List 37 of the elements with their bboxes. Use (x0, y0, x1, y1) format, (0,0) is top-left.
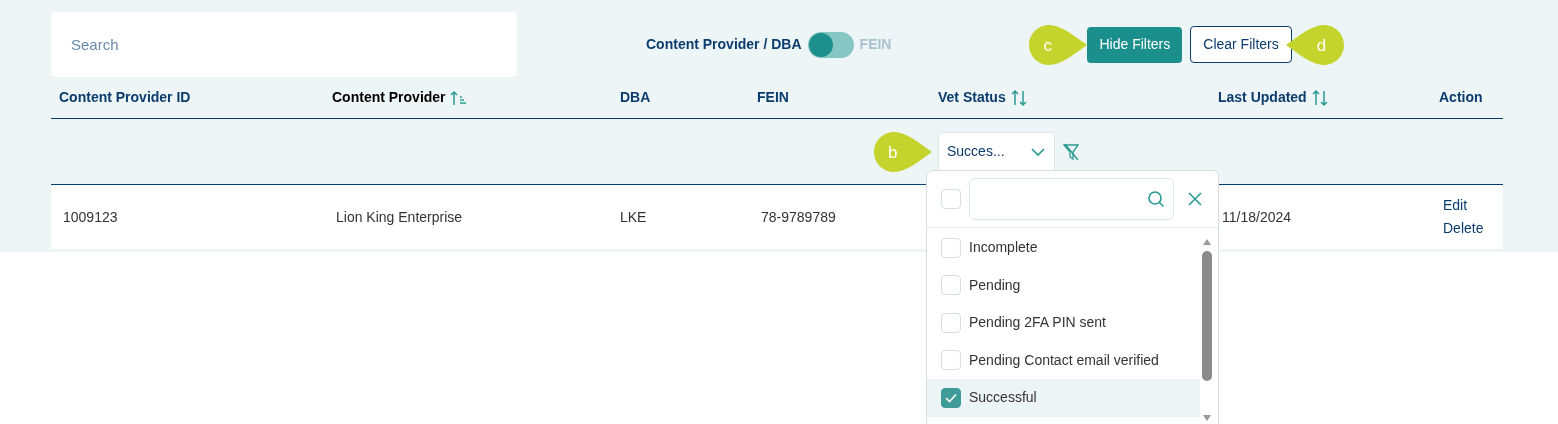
toggle-label: Content Provider / DBA (646, 35, 802, 54)
column-header[interactable]: Last Updated (1218, 87, 1307, 108)
hide-filters-button[interactable]: Hide Filters (1087, 26, 1183, 63)
toggle-switch[interactable] (807, 31, 854, 58)
table-cell: 1009123 (63, 209, 118, 225)
column-header[interactable]: Vet Status (938, 87, 1006, 108)
table-cell: 11/18/2024 (1222, 209, 1292, 225)
table-cell: Lion King Enterprise (336, 209, 463, 225)
filter-option[interactable]: Successful (927, 379, 1200, 417)
column-header[interactable]: Content Provider (332, 87, 446, 108)
close-icon[interactable] (1188, 192, 1202, 206)
column-header[interactable]: Action (1439, 87, 1483, 108)
filter-option[interactable]: Pending (927, 266, 1200, 304)
dropdown-search-field[interactable] (969, 178, 1174, 220)
filter-option[interactable]: Incomplete (927, 229, 1200, 267)
column-header[interactable]: Content Provider ID (59, 87, 191, 108)
filter-option[interactable]: Pending 2FA PIN sent (927, 304, 1200, 342)
sort-ascending-icon[interactable] (449, 88, 468, 107)
table-cell: 78-9789789 (761, 209, 836, 225)
clear-filters-button[interactable]: Clear Filters (1190, 26, 1292, 63)
search-field[interactable]: Search (51, 12, 517, 77)
sort-icon[interactable] (1310, 88, 1329, 107)
row-action-link[interactable]: Delete (1443, 218, 1503, 239)
status-filter-select[interactable]: Succes... (938, 131, 1055, 172)
clear-filter-icon[interactable] (1063, 142, 1079, 161)
callout-marker: b (874, 131, 932, 172)
column-header[interactable]: DBA (620, 87, 651, 108)
filter-option[interactable]: Pending Contact email verified (927, 341, 1200, 379)
callout-marker: c (1029, 24, 1088, 65)
callout-marker: d (1285, 24, 1344, 65)
checkbox[interactable] (941, 387, 961, 408)
table-cell: LKE (620, 209, 647, 225)
row-action-link[interactable]: Edit (1443, 195, 1503, 216)
toggle-label: FEIN (859, 35, 892, 54)
column-header[interactable]: FEIN (757, 87, 789, 108)
search-icon (1147, 190, 1165, 208)
sort-icon[interactable] (1009, 88, 1028, 107)
